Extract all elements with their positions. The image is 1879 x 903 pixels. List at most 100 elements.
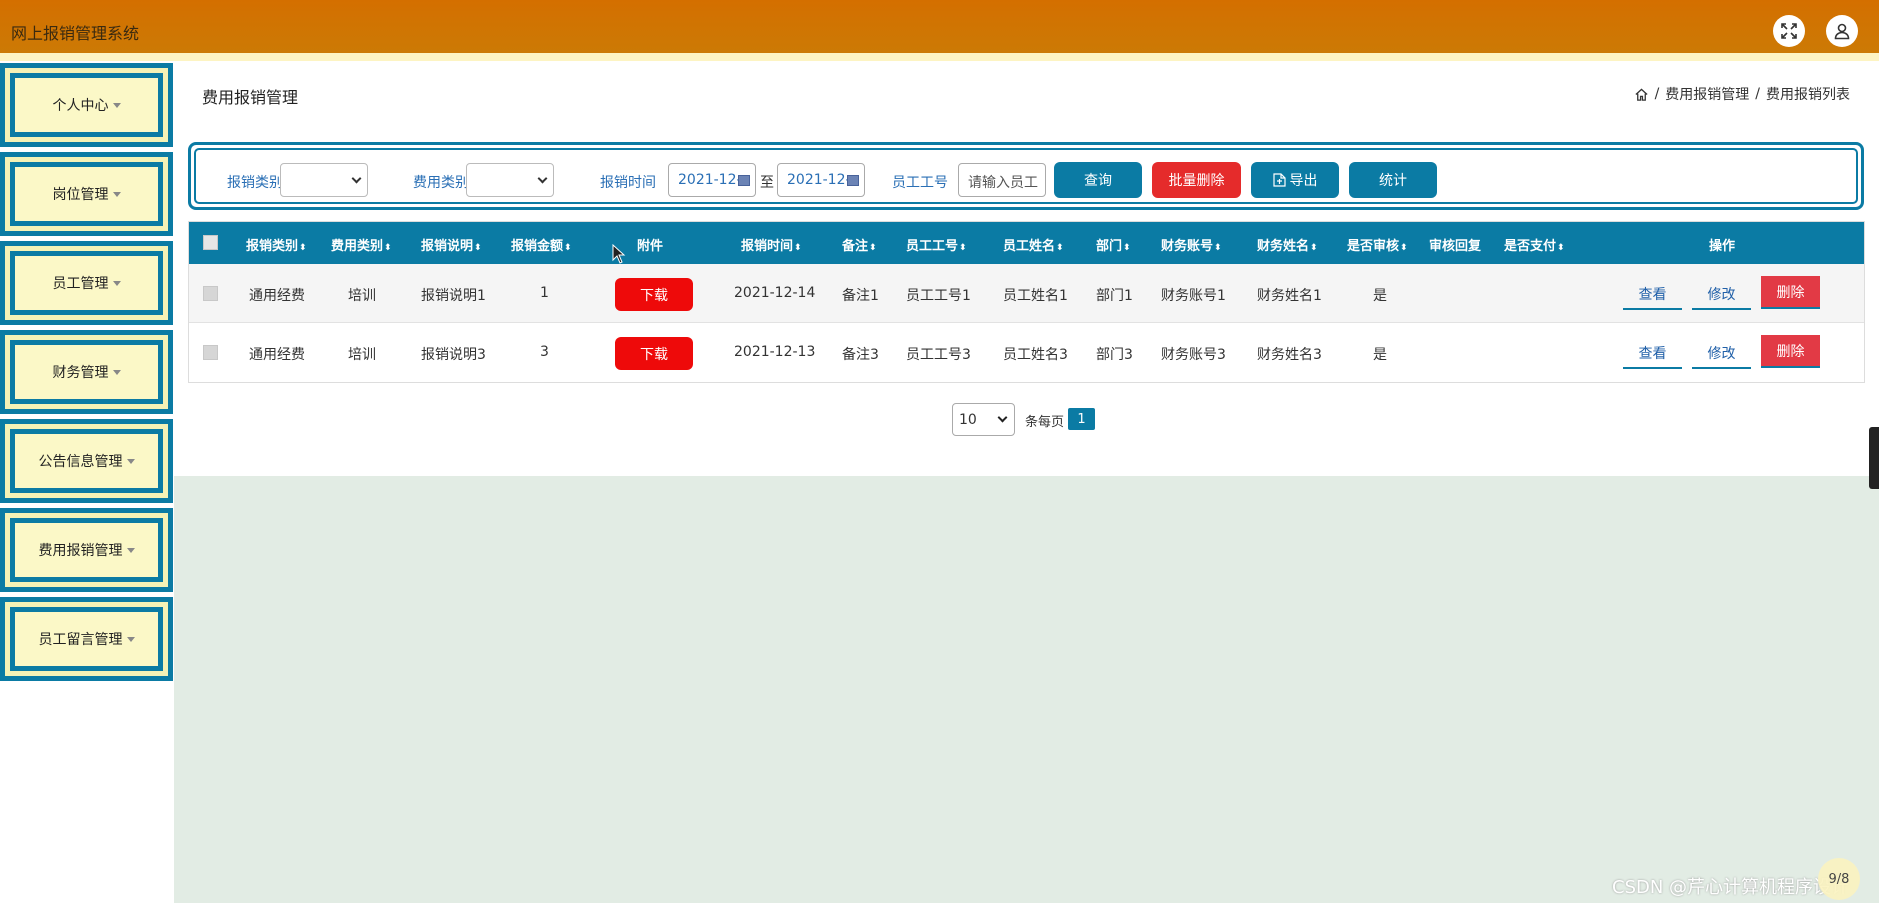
- top-header: 网上报销管理系统: [0, 0, 1879, 53]
- cell-reviewed: 是: [1373, 347, 1387, 363]
- column-header[interactable]: 财务账号⬍: [1161, 235, 1222, 254]
- reimburse-time-label: 报销时间: [600, 175, 656, 191]
- column-header[interactable]: 报销类别⬍: [246, 235, 307, 254]
- caret-down-icon: [126, 547, 135, 553]
- date-from-input[interactable]: 2021-12-: [668, 163, 756, 197]
- download-button[interactable]: 下载: [615, 337, 693, 370]
- mouse-cursor-icon: [612, 244, 626, 264]
- sidebar-item-announcements[interactable]: 公告信息管理: [0, 419, 173, 503]
- column-header[interactable]: 报销时间⬍: [741, 235, 802, 254]
- employee-id-input[interactable]: 请输入员工: [958, 163, 1046, 197]
- cell-employee-name: 员工姓名1: [1003, 288, 1068, 304]
- floating-widget-button[interactable]: 9/8: [1818, 858, 1860, 900]
- calendar-icon[interactable]: [738, 175, 750, 186]
- column-header[interactable]: 部门⬍: [1096, 235, 1131, 254]
- cell-finance-name: 财务姓名1: [1257, 288, 1322, 304]
- sidebar-item-label: 岗位管理: [52, 187, 109, 203]
- row-checkbox[interactable]: [203, 286, 218, 301]
- caret-down-icon: [126, 458, 135, 464]
- cell-time: 2021-12-13: [734, 344, 816, 360]
- export-button[interactable]: 导出: [1251, 162, 1339, 198]
- breadcrumb-item-expense-management[interactable]: 费用报销管理: [1665, 84, 1749, 104]
- view-button[interactable]: 查看: [1623, 280, 1682, 310]
- column-header[interactable]: 财务姓名⬍: [1257, 235, 1318, 254]
- table-row: 通用经费 培训 报销说明3 3 下载 2021-12-13 备注3 员工工号3 …: [189, 323, 1864, 382]
- cell-amount: 3: [540, 344, 549, 360]
- cell-description: 报销说明1: [421, 288, 486, 304]
- page-number-label: 1: [1077, 411, 1086, 427]
- scrollbar-handle[interactable]: [1869, 427, 1879, 489]
- sort-icon[interactable]: ⬍: [384, 243, 392, 253]
- sort-icon[interactable]: ⬍: [1310, 243, 1318, 253]
- calendar-icon[interactable]: [847, 175, 859, 186]
- cell-note: 备注3: [842, 347, 879, 363]
- table-header: 报销类别⬍ 费用类别⬍ 报销说明⬍ 报销金额⬍ 附件 报销时间⬍ 备注⬍ 员工工…: [189, 222, 1864, 264]
- column-header[interactable]: 报销金额⬍: [511, 235, 572, 254]
- date-to-input[interactable]: 2021-12-: [777, 163, 865, 197]
- delete-button[interactable]: 删除: [1761, 335, 1820, 368]
- sort-icon[interactable]: ⬍: [869, 243, 877, 253]
- sidebar-item-expense-reimbursement[interactable]: 费用报销管理: [0, 508, 173, 592]
- download-label: 下载: [640, 287, 668, 304]
- page-size-select[interactable]: 10: [952, 403, 1015, 436]
- download-button[interactable]: 下载: [615, 278, 693, 311]
- edit-button[interactable]: 修改: [1692, 339, 1751, 369]
- column-header[interactable]: 报销说明⬍: [421, 235, 482, 254]
- sidebar-item-employees[interactable]: 员工管理: [0, 241, 173, 325]
- delete-button[interactable]: 删除: [1761, 276, 1820, 309]
- query-button-label: 查询: [1084, 173, 1112, 189]
- sort-icon[interactable]: ⬍: [1214, 243, 1222, 253]
- sidebar-item-label: 个人中心: [52, 98, 109, 114]
- column-header[interactable]: 是否支付⬍: [1504, 235, 1565, 254]
- column-header[interactable]: 员工姓名⬍: [1003, 235, 1064, 254]
- edit-button[interactable]: 修改: [1692, 280, 1751, 310]
- edit-label: 修改: [1707, 346, 1736, 362]
- expense-table: 报销类别⬍ 费用类别⬍ 报销说明⬍ 报销金额⬍ 附件 报销时间⬍ 备注⬍ 员工工…: [188, 221, 1865, 383]
- fee-category-select[interactable]: [466, 163, 554, 197]
- cell-employee-id: 员工工号1: [906, 288, 971, 304]
- sidebar-item-employee-messages[interactable]: 员工留言管理: [0, 597, 173, 681]
- cell-finance-account: 财务账号3: [1161, 347, 1226, 363]
- sort-icon[interactable]: ⬍: [959, 243, 967, 253]
- stats-button[interactable]: 统计: [1349, 162, 1437, 198]
- sort-icon[interactable]: ⬍: [299, 243, 307, 253]
- row-checkbox[interactable]: [203, 345, 218, 360]
- expense-category-select[interactable]: [280, 163, 368, 197]
- sort-icon[interactable]: ⬍: [1400, 243, 1408, 253]
- chevron-down-icon: [351, 173, 362, 184]
- user-icon[interactable]: [1826, 15, 1858, 47]
- sidebar-item-personal-center[interactable]: 个人中心: [0, 63, 173, 147]
- stats-label: 统计: [1379, 173, 1407, 189]
- fullscreen-icon[interactable]: [1773, 15, 1805, 47]
- column-header: 附件: [637, 239, 664, 254]
- view-label: 查看: [1638, 346, 1667, 362]
- employee-id-label: 员工工号: [892, 175, 948, 191]
- cell-finance-name: 财务姓名3: [1257, 347, 1322, 363]
- column-header[interactable]: 费用类别⬍: [331, 235, 392, 254]
- cell-employee-name: 员工姓名3: [1003, 347, 1068, 363]
- export-icon: [1272, 173, 1286, 187]
- sort-icon[interactable]: ⬍: [1557, 243, 1565, 253]
- cell-expense-type: 通用经费: [249, 347, 305, 363]
- sort-icon[interactable]: ⬍: [794, 243, 802, 253]
- sidebar-item-finance[interactable]: 财务管理: [0, 330, 173, 414]
- column-header[interactable]: 员工工号⬍: [906, 235, 967, 254]
- content-background: [174, 476, 1879, 903]
- home-icon[interactable]: [1634, 87, 1649, 102]
- page-number-button[interactable]: 1: [1068, 408, 1095, 430]
- sort-icon[interactable]: ⬍: [564, 243, 572, 253]
- view-button[interactable]: 查看: [1623, 339, 1682, 369]
- select-all-checkbox[interactable]: [203, 235, 218, 250]
- caret-down-icon: [112, 191, 121, 197]
- column-header[interactable]: 是否审核⬍: [1347, 235, 1408, 254]
- query-button[interactable]: 查询: [1054, 162, 1142, 198]
- sort-icon[interactable]: ⬍: [1123, 243, 1131, 253]
- sort-icon[interactable]: ⬍: [1056, 243, 1064, 253]
- batch-delete-button[interactable]: 批量删除: [1152, 162, 1241, 198]
- floating-widget-label: 9/8: [1828, 871, 1850, 887]
- column-header[interactable]: 备注⬍: [842, 235, 877, 254]
- sidebar-item-positions[interactable]: 岗位管理: [0, 152, 173, 236]
- caret-down-icon: [112, 280, 121, 286]
- sort-icon[interactable]: ⬍: [474, 243, 482, 253]
- chevron-down-icon: [997, 412, 1008, 423]
